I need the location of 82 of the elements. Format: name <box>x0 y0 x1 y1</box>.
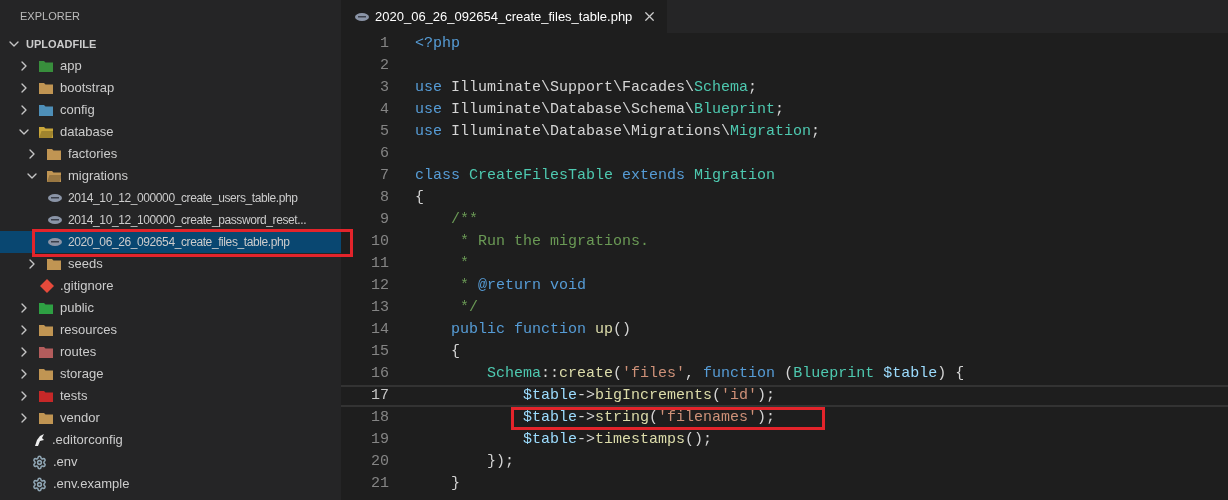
folder-icon <box>38 323 54 337</box>
line-number: 19 <box>370 429 389 450</box>
tree-item[interactable]: .env <box>0 451 341 473</box>
tree-item[interactable]: 2014_10_12_000000_create_users_table.php <box>0 187 341 209</box>
tree-item[interactable]: factories <box>0 143 341 165</box>
editor-tab[interactable]: 2020_06_26_092654_create_files_table.php <box>341 0 668 33</box>
line-number: 9 <box>379 209 389 230</box>
line-number: 17 <box>370 385 389 406</box>
line-number: 16 <box>370 363 389 384</box>
code-line: $table->string('filenames'); <box>522 407 776 428</box>
code-line: { <box>415 187 424 208</box>
line-number: 3 <box>379 77 389 98</box>
code-line: /** <box>450 209 478 230</box>
line-number: 11 <box>370 253 389 274</box>
gear-icon <box>32 454 47 470</box>
tree-item[interactable]: .env.example <box>0 473 341 495</box>
folder-icon <box>38 367 54 381</box>
php-file-icon <box>355 12 369 21</box>
line-number: 15 <box>370 341 389 362</box>
tree-item[interactable]: .gitignore <box>0 275 341 297</box>
tree-item[interactable]: database <box>0 121 341 143</box>
line-number: 8 <box>379 187 389 208</box>
code-line: */ <box>459 297 478 318</box>
line-number: 13 <box>370 297 389 318</box>
line-number: 10 <box>370 231 389 252</box>
code-line: * <box>459 253 469 274</box>
tree-item[interactable]: app <box>0 55 341 77</box>
line-number: 1 <box>379 33 389 54</box>
code-line: public function up() <box>450 319 632 340</box>
open-folder-icon <box>46 169 62 183</box>
php-file-icon <box>48 216 62 224</box>
folder-icon <box>46 147 62 161</box>
folder-icon <box>38 345 54 359</box>
folder-icon <box>38 59 54 73</box>
folder-icon <box>38 389 54 403</box>
folder-icon <box>46 257 62 271</box>
code-line: * @return void <box>459 275 587 296</box>
tree-item[interactable]: bootstrap <box>0 77 341 99</box>
code-line: $table->timestamps(); <box>522 429 713 450</box>
code-line: use Illuminate\Database\Migrations\Migration; <box>415 121 821 142</box>
php-file-icon <box>48 194 62 202</box>
line-number: 7 <box>379 165 389 186</box>
line-number: 4 <box>379 99 389 120</box>
code-line: } <box>450 473 460 494</box>
open-folder-icon <box>38 125 54 139</box>
tree-item[interactable]: migrations <box>0 165 341 187</box>
tree-item[interactable]: storage <box>0 363 341 385</box>
line-number: 12 <box>370 275 389 296</box>
folder-icon <box>38 301 54 315</box>
folder-icon <box>38 103 54 117</box>
sidebar-title: EXPLORER <box>20 9 80 25</box>
code-line: class CreateFilesTable extends Migration <box>415 165 776 186</box>
tree-item[interactable]: vendor <box>0 407 341 429</box>
line-number: 6 <box>379 143 389 164</box>
gear-icon <box>32 476 47 492</box>
line-number: 18 <box>370 407 389 428</box>
folder-icon <box>38 411 54 425</box>
line-number: 2 <box>379 55 389 76</box>
tree-item[interactable]: tests <box>0 385 341 407</box>
code-line: Schema::create('files', function (Blueprint $table) { <box>486 363 965 384</box>
tree-item[interactable]: seeds <box>0 253 341 275</box>
code-line: use Illuminate\Database\Schema\Blueprint; <box>415 99 785 120</box>
line-number: 14 <box>370 319 389 340</box>
tree-item[interactable]: routes <box>0 341 341 363</box>
code-line: { <box>450 341 460 362</box>
code-line: }); <box>486 451 515 472</box>
tree-item[interactable]: public <box>0 297 341 319</box>
tree-item[interactable]: config <box>0 99 341 121</box>
code-line: <?php <box>415 33 460 54</box>
code-line: $table->bigIncrements('id'); <box>522 385 776 406</box>
line-number: 21 <box>370 473 389 494</box>
tree-root[interactable]: UPLOADFILE <box>0 33 341 55</box>
code-line: * Run the migrations. <box>459 231 650 252</box>
line-number: 20 <box>370 451 389 472</box>
folder-icon <box>38 81 54 95</box>
tree-item[interactable]: 2014_10_12_100000_create_password_reset... <box>0 209 341 231</box>
tree-item[interactable]: resources <box>0 319 341 341</box>
diamond-icon <box>40 279 54 293</box>
line-number: 5 <box>379 121 389 142</box>
code-line: use Illuminate\Support\Facades\Schema; <box>415 77 758 98</box>
tree-item[interactable]: .editorconfig <box>0 429 341 451</box>
php-file-icon <box>48 238 62 246</box>
